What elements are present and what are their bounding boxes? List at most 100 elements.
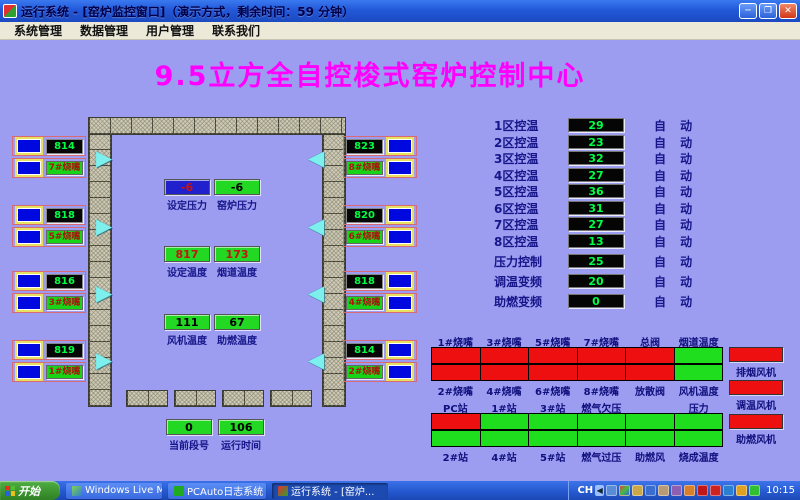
status-cell: [674, 430, 724, 447]
palette-tray-icon[interactable]: [619, 485, 630, 496]
folder-tray-icon[interactable]: [658, 485, 669, 496]
qq-tray-icon[interactable]: [723, 485, 734, 496]
zone-value-display[interactable]: 27: [568, 168, 624, 182]
combustion-fan-indicator: [729, 414, 783, 429]
control-row: 调温变频20自 动: [494, 273, 794, 289]
update-tray-icon[interactable]: [684, 485, 695, 496]
indicator-button[interactable]: [388, 296, 412, 310]
flame-icon: ◀: [308, 350, 324, 370]
window-titlebar: 运行系统 - [窑炉监控窗口]（演示方式，剩余时间：59 分钟） ─ ❐ ✕: [0, 0, 800, 22]
burner-status-grid: 1#烧嘴 3#烧嘴 5#烧嘴 7#烧嘴 总阀 烟道温度 2#烧嘴 4#烧嘴 6#…: [431, 334, 723, 396]
tempering-fan-indicator: [729, 380, 783, 395]
status-cell: [431, 413, 481, 430]
zone-label: 8区控温: [494, 233, 568, 250]
grid-label: 5#站: [528, 449, 577, 462]
grid-label: 3#站: [528, 400, 577, 413]
burner-module-5: 818 5#烧嘴: [12, 205, 86, 247]
collapse-tray-icon[interactable]: ◀: [595, 485, 604, 496]
comb-temp: 67 助燃温度: [214, 314, 260, 347]
current-segment-label: 当前段号: [166, 437, 212, 452]
indicator-button[interactable]: [17, 274, 41, 288]
status-cell: [577, 430, 627, 447]
indicator-button[interactable]: [388, 139, 412, 153]
set-temp-display[interactable]: 817: [164, 246, 210, 262]
diamond-tray-icon[interactable]: [632, 485, 643, 496]
gauge-tray-icon[interactable]: [671, 485, 682, 496]
menu-user[interactable]: 用户管理: [138, 22, 202, 39]
kiln-car-segment: [222, 390, 264, 407]
indicator-button[interactable]: [388, 365, 412, 379]
control-value-display[interactable]: 25: [568, 254, 624, 268]
indicator-button[interactable]: [388, 208, 412, 222]
zone-mode-label: 自 动: [654, 117, 697, 134]
close-icon[interactable]: ✕: [779, 3, 797, 19]
zone-mode-label: 自 动: [654, 150, 697, 167]
set-pressure-display[interactable]: -6: [164, 179, 210, 195]
indicator-button[interactable]: [388, 230, 412, 244]
language-indicator[interactable]: CH: [577, 485, 593, 496]
indicator-button[interactable]: [17, 343, 41, 357]
grid-label: 4#站: [480, 449, 529, 462]
coin-tray-icon[interactable]: [749, 485, 760, 496]
grid-label: 烟道温度: [674, 334, 723, 347]
menu-data[interactable]: 数据管理: [72, 22, 136, 39]
control-label: 助燃变频: [494, 293, 568, 310]
status-cell: [625, 347, 675, 364]
zone-row: 6区控温31自 动: [494, 200, 794, 216]
burner-temp-display: 818: [46, 208, 83, 223]
control-mode-label: 自 动: [654, 273, 697, 290]
status-cell: [528, 430, 578, 447]
restore-icon[interactable]: ❐: [759, 3, 777, 19]
indicator-button[interactable]: [17, 230, 41, 244]
status-cell: [480, 364, 530, 381]
indicator-button[interactable]: [17, 365, 41, 379]
zone-value-display[interactable]: 23: [568, 135, 624, 149]
zone-value-display[interactable]: 29: [568, 118, 624, 132]
grid-label: 3#烧嘴: [480, 334, 529, 347]
shield-tray-icon[interactable]: [710, 485, 721, 496]
zone-row: 4区控温27自 动: [494, 167, 794, 183]
control-value-display[interactable]: 20: [568, 274, 624, 288]
fan-temp-display: 111: [164, 314, 210, 330]
status-cell: [625, 413, 675, 430]
minimize-icon[interactable]: ─: [739, 3, 757, 19]
burner-label-plate: 5#烧嘴: [46, 230, 83, 244]
indicator-button[interactable]: [388, 343, 412, 357]
burner-temp-display: 820: [346, 208, 383, 223]
tray-clock[interactable]: 10:15: [766, 485, 795, 496]
indicator-button[interactable]: [17, 208, 41, 222]
indicator-button[interactable]: [388, 274, 412, 288]
zone-value-display[interactable]: 36: [568, 184, 624, 198]
grid-label: PC站: [431, 400, 480, 413]
grid-label: 总阀: [626, 334, 675, 347]
menu-contact[interactable]: 联系我们: [204, 22, 268, 39]
current-segment-display: 0: [166, 419, 212, 435]
zone-value-display[interactable]: 31: [568, 201, 624, 215]
grid-label: 压力: [674, 400, 723, 413]
grid-label: 2#烧嘴: [431, 383, 480, 396]
zone-value-display[interactable]: 13: [568, 234, 624, 248]
control-value-display[interactable]: 0: [568, 294, 624, 308]
zone-mode-label: 自 动: [654, 183, 697, 200]
taskbar-item-messenger[interactable]: Windows Live Mes...: [66, 483, 162, 499]
zone-value-display[interactable]: 27: [568, 217, 624, 231]
zone-value-display[interactable]: 32: [568, 151, 624, 165]
burner-label-plate: 2#烧嘴: [346, 365, 383, 379]
menu-system[interactable]: 系统管理: [6, 22, 70, 39]
indicator-button[interactable]: [17, 161, 41, 175]
zone-mode-label: 自 动: [654, 134, 697, 151]
taskbar-item-pcauto-log[interactable]: PCAuto日志系统: [168, 483, 266, 499]
alert-tray-icon[interactable]: [736, 485, 747, 496]
status-cell: [480, 347, 530, 364]
grid-label: 2#站: [431, 449, 480, 462]
status-cell: [625, 430, 675, 447]
indicator-button[interactable]: [17, 139, 41, 153]
indicator-button[interactable]: [388, 161, 412, 175]
network-tray-icon[interactable]: [645, 485, 656, 496]
status-cell: [431, 347, 481, 364]
start-button[interactable]: 开始: [0, 481, 60, 500]
taskbar-item-runtime-system[interactable]: 运行系统 - [窑炉...: [272, 483, 388, 499]
antivirus-tray-icon[interactable]: [697, 485, 708, 496]
monitor-tray-icon[interactable]: [606, 485, 617, 496]
indicator-button[interactable]: [17, 296, 41, 310]
